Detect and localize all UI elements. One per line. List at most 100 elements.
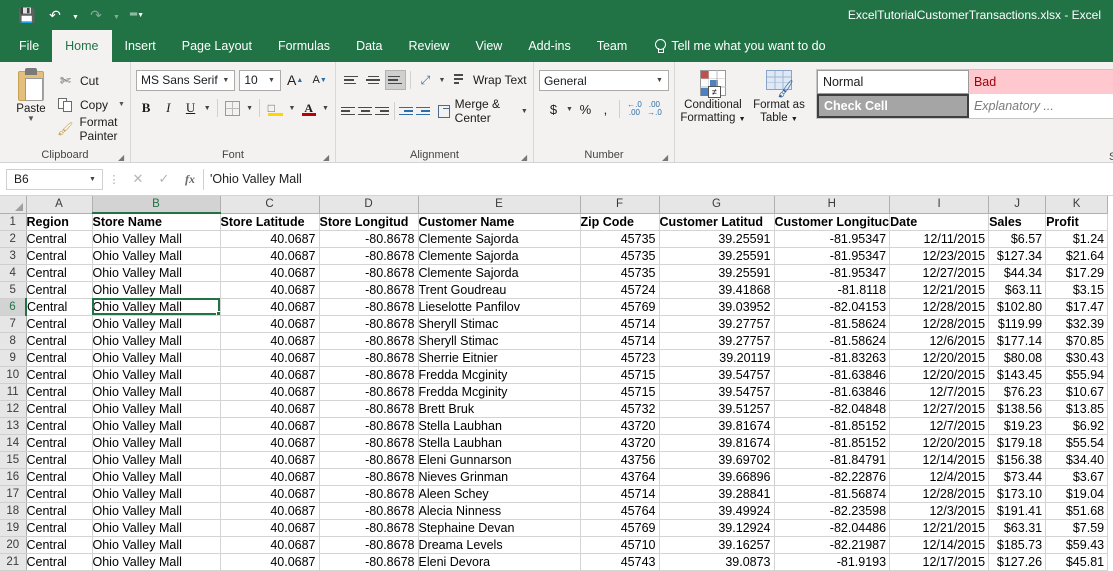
cell-d4[interactable]: -80.8678 (319, 264, 419, 282)
cell-h5[interactable]: -81.8118 (774, 281, 891, 299)
cell-d14[interactable]: -80.8678 (319, 434, 419, 452)
cell-a13[interactable]: Central (26, 417, 93, 435)
increase-indent-button[interactable] (415, 101, 432, 121)
cell-j1[interactable]: Sales (988, 213, 1047, 231)
cell-e16[interactable]: Nieves Grinman (418, 468, 581, 486)
cell-g11[interactable]: 39.54757 (659, 383, 775, 401)
cell-e18[interactable]: Alecia Ninness (418, 502, 581, 520)
row-header-17[interactable]: 17 (0, 485, 27, 503)
cell-c9[interactable]: 40.0687 (220, 349, 320, 367)
cell-c3[interactable]: 40.0687 (220, 247, 320, 265)
cell-i9[interactable]: 12/20/2015 (889, 349, 990, 367)
cell-j4[interactable]: $44.34 (988, 264, 1047, 282)
underline-button[interactable]: U (180, 97, 200, 119)
column-header-k[interactable]: K (1045, 196, 1109, 214)
cell-g21[interactable]: 39.0873 (659, 553, 775, 571)
decrease-decimal-button[interactable]: .00 →.0 (645, 99, 663, 119)
orientation-dropdown-icon[interactable]: ▼ (437, 77, 447, 84)
cell-b17[interactable]: Ohio Valley Mall (92, 485, 221, 503)
cell-i21[interactable]: 12/17/2015 (889, 553, 990, 571)
cell-c1[interactable]: Store Latitude (220, 213, 320, 231)
cell-k12[interactable]: $13.85 (1045, 400, 1109, 418)
column-header-i[interactable]: I (889, 196, 990, 214)
cell-b9[interactable]: Ohio Valley Mall (92, 349, 221, 367)
cell-h17[interactable]: -81.56874 (774, 485, 891, 503)
tab-home[interactable]: Home (52, 30, 112, 62)
cell-b7[interactable]: Ohio Valley Mall (92, 315, 221, 333)
cell-e21[interactable]: Eleni Devora (418, 553, 581, 571)
insert-function-icon[interactable]: fx (177, 169, 203, 190)
row-header-6[interactable]: 6 (0, 298, 27, 316)
font-color-dropdown-icon[interactable]: ▼ (321, 105, 330, 112)
cell-h19[interactable]: -82.04486 (774, 519, 891, 537)
cell-j10[interactable]: $143.45 (988, 366, 1047, 384)
font-color-button[interactable]: A (299, 97, 319, 119)
cell-style-bad[interactable]: Bad (968, 70, 1113, 94)
cell-f4[interactable]: 45735 (580, 264, 660, 282)
cell-a18[interactable]: Central (26, 502, 93, 520)
cell-c16[interactable]: 40.0687 (220, 468, 320, 486)
cell-j3[interactable]: $127.34 (988, 247, 1047, 265)
format-as-table-button[interactable]: 🖌 Format as Table ▼ (746, 69, 812, 162)
cell-c18[interactable]: 40.0687 (220, 502, 320, 520)
cell-b12[interactable]: Ohio Valley Mall (92, 400, 221, 418)
redo-dropdown-icon[interactable]: ▼ (111, 3, 122, 27)
orientation-button[interactable]: ⤢ (415, 70, 436, 90)
select-all-corner[interactable] (0, 196, 27, 214)
row-header-4[interactable]: 4 (0, 264, 27, 282)
cell-d8[interactable]: -80.8678 (319, 332, 419, 350)
merge-and-center-button[interactable]: Merge & Center ▼ (438, 97, 528, 125)
cell-c15[interactable]: 40.0687 (220, 451, 320, 469)
cell-f3[interactable]: 45735 (580, 247, 660, 265)
cell-e10[interactable]: Fredda Mcginity (418, 366, 581, 384)
cell-e4[interactable]: Clemente Sajorda (418, 264, 581, 282)
cell-e3[interactable]: Clemente Sajorda (418, 247, 581, 265)
font-size-dropdown-icon[interactable]: ▼ (265, 77, 278, 84)
cell-e13[interactable]: Stella Laubhan (418, 417, 581, 435)
cell-f5[interactable]: 45724 (580, 281, 660, 299)
cell-a21[interactable]: Central (26, 553, 93, 571)
undo-icon[interactable]: ↶ (42, 3, 68, 27)
cell-g7[interactable]: 39.27757 (659, 315, 775, 333)
number-format-combo[interactable]: General ▼ (538, 70, 669, 91)
increase-decimal-button[interactable]: ←.0.00 (625, 99, 643, 119)
cell-h12[interactable]: -82.04848 (774, 400, 891, 418)
row-header-3[interactable]: 3 (0, 247, 27, 265)
cell-b16[interactable]: Ohio Valley Mall (92, 468, 221, 486)
cell-d7[interactable]: -80.8678 (319, 315, 419, 333)
cell-g18[interactable]: 39.49924 (659, 502, 775, 520)
cell-d17[interactable]: -80.8678 (319, 485, 419, 503)
customize-quick-access-icon[interactable]: ═ ▼ (124, 3, 150, 27)
cell-e20[interactable]: Dreama Levels (418, 536, 581, 554)
cell-h2[interactable]: -81.95347 (774, 230, 891, 248)
cell-j21[interactable]: $127.26 (988, 553, 1047, 571)
cell-g3[interactable]: 39.25591 (659, 247, 775, 265)
cell-g2[interactable]: 39.25591 (659, 230, 775, 248)
column-header-b[interactable]: B (92, 196, 221, 214)
cell-h11[interactable]: -81.63846 (774, 383, 891, 401)
name-box[interactable]: B6 ▼ (6, 168, 103, 190)
accounting-format-button[interactable]: $ (544, 99, 562, 119)
cell-h4[interactable]: -81.95347 (774, 264, 891, 282)
cell-j16[interactable]: $73.44 (988, 468, 1047, 486)
cell-d21[interactable]: -80.8678 (319, 553, 419, 571)
tab-page-layout[interactable]: Page Layout (169, 30, 265, 62)
cell-f8[interactable]: 45714 (580, 332, 660, 350)
cell-i12[interactable]: 12/27/2015 (889, 400, 990, 418)
cell-a3[interactable]: Central (26, 247, 93, 265)
bold-button[interactable]: B (136, 97, 156, 119)
column-header-j[interactable]: J (988, 196, 1047, 214)
cell-b3[interactable]: Ohio Valley Mall (92, 247, 221, 265)
cell-c12[interactable]: 40.0687 (220, 400, 320, 418)
increase-font-size-button[interactable]: A ▲ (285, 69, 306, 91)
cell-i18[interactable]: 12/3/2015 (889, 502, 990, 520)
cell-e9[interactable]: Sherrie Eitnier (418, 349, 581, 367)
cell-e5[interactable]: Trent Goudreau (418, 281, 581, 299)
cell-b1[interactable]: Store Name (92, 213, 221, 231)
cell-b6[interactable]: Ohio Valley Mall (92, 298, 221, 316)
row-header-20[interactable]: 20 (0, 536, 27, 554)
redo-icon[interactable]: ↷ (83, 3, 109, 27)
cell-h16[interactable]: -82.22876 (774, 468, 891, 486)
cell-i20[interactable]: 12/14/2015 (889, 536, 990, 554)
cell-g20[interactable]: 39.16257 (659, 536, 775, 554)
